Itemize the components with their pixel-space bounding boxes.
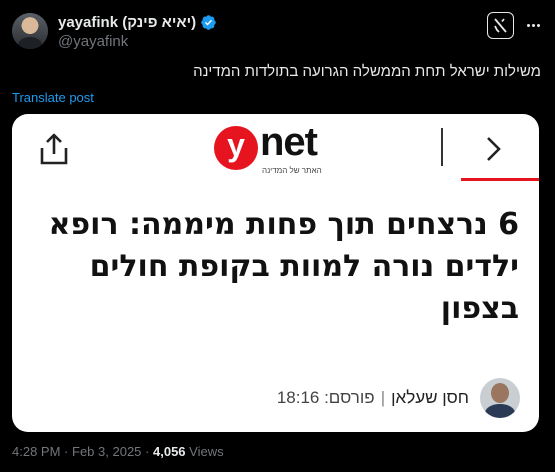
- author-display-name[interactable]: yayafink (יאיא פינק): [58, 14, 196, 31]
- article-author-avatar: [480, 378, 520, 418]
- article-headline: 6 נרצחים תוך פחות מיממה: רופא ילדים נורה…: [48, 207, 519, 326]
- article-card[interactable]: y net האתר של המדינה 6 נרצחים תוך פחות מ…: [12, 114, 539, 432]
- ynet-logo: y net האתר של המדינה: [214, 120, 344, 180]
- ynet-logo-y: y: [214, 126, 258, 170]
- views-label: Views: [189, 444, 224, 459]
- post-meta: 4:28 PM · Feb 3, 2025 · 4,056 Views: [12, 444, 224, 459]
- post-time[interactable]: 4:28 PM: [12, 444, 60, 459]
- post-date[interactable]: Feb 3, 2025: [72, 444, 141, 459]
- ynet-logo-word: net: [260, 120, 318, 164]
- post-text: משילות ישראל תחת הממשלה הגרועה בתולדות ה…: [193, 63, 541, 80]
- meta-dot-2: ·: [145, 444, 150, 459]
- article-header: y net האתר של המדינה: [12, 114, 539, 181]
- meta-dot: ·: [64, 444, 69, 459]
- author-name-row: yayafink (יאיא פינק): [58, 14, 217, 31]
- author-avatar[interactable]: [12, 13, 48, 49]
- article-byline: חסן שעלאן | פורסם: 18:16: [12, 376, 539, 420]
- avatar-image-body: [18, 37, 42, 49]
- accent-underline: [461, 178, 539, 181]
- chevron-right-icon[interactable]: [482, 134, 504, 164]
- more-options-icon[interactable]: [520, 12, 546, 38]
- byline-author: חסן שעלאן: [391, 388, 469, 407]
- header-divider: [441, 128, 443, 166]
- grok-icon[interactable]: [487, 12, 514, 39]
- byline-separator: |: [380, 388, 386, 407]
- ynet-logo-tagline: האתר של המדינה: [262, 166, 322, 175]
- views-count: 4,056: [153, 444, 186, 459]
- share-icon[interactable]: [38, 132, 70, 166]
- byline-text: חסן שעלאן | פורסם: 18:16: [277, 388, 469, 408]
- author-handle[interactable]: @yayafink: [58, 33, 128, 50]
- verified-badge-icon: [201, 15, 216, 30]
- grok-slash-icon: [494, 18, 507, 33]
- translate-post-link[interactable]: Translate post: [12, 90, 94, 105]
- byline-published: פורסם: 18:16: [276, 388, 375, 407]
